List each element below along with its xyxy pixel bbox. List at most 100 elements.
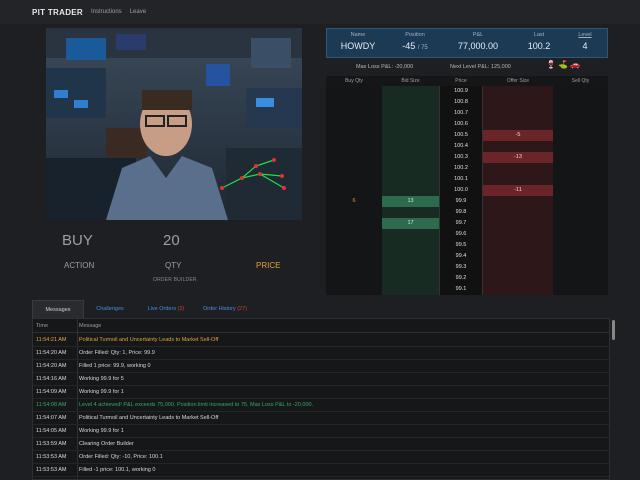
offer-size-cell[interactable]	[483, 196, 553, 207]
tab-order-history[interactable]: Order History (27)	[198, 300, 252, 318]
offer-size-cell[interactable]: -11	[483, 185, 553, 196]
bid-size-cell[interactable]	[382, 141, 439, 152]
offer-size-cell[interactable]	[483, 240, 553, 251]
price-cell[interactable]: 100.0	[439, 185, 483, 196]
buy-qty-cell[interactable]	[326, 86, 382, 97]
bid-size-cell[interactable]	[382, 284, 439, 295]
price-cell[interactable]: 100.9	[439, 86, 483, 97]
sell-qty-cell[interactable]	[553, 251, 608, 262]
sell-qty-cell[interactable]	[553, 141, 608, 152]
buy-qty-cell[interactable]	[326, 273, 382, 284]
bid-size-cell[interactable]	[382, 86, 439, 97]
price-cell[interactable]: 99.5	[439, 240, 483, 251]
bid-size-cell[interactable]	[382, 273, 439, 284]
sell-qty-cell[interactable]	[553, 185, 608, 196]
buy-qty-cell[interactable]	[326, 207, 382, 218]
bid-size-cell[interactable]	[382, 229, 439, 240]
offer-size-cell[interactable]	[483, 262, 553, 273]
sell-qty-cell[interactable]	[553, 86, 608, 97]
buy-qty-cell[interactable]	[326, 218, 382, 229]
buy-qty-cell[interactable]	[326, 229, 382, 240]
price-cell[interactable]: 99.9	[439, 196, 483, 207]
sell-qty-cell[interactable]	[553, 108, 608, 119]
offer-size-cell[interactable]	[483, 251, 553, 262]
bid-size-cell[interactable]	[382, 262, 439, 273]
offer-size-cell[interactable]	[483, 163, 553, 174]
price-cell[interactable]: 99.4	[439, 251, 483, 262]
price-cell[interactable]: 100.2	[439, 163, 483, 174]
buy-qty-cell[interactable]	[326, 119, 382, 130]
sell-qty-cell[interactable]	[553, 240, 608, 251]
price-cell[interactable]: 100.4	[439, 141, 483, 152]
price-cell[interactable]: 99.1	[439, 284, 483, 295]
bid-size-cell[interactable]	[382, 185, 439, 196]
price-cell[interactable]: 100.6	[439, 119, 483, 130]
offer-size-cell[interactable]	[483, 229, 553, 240]
sell-qty-cell[interactable]	[553, 284, 608, 295]
price-cell[interactable]: 99.2	[439, 273, 483, 284]
price-cell[interactable]: 99.7	[439, 218, 483, 229]
nav-instructions[interactable]: Instructions	[91, 9, 122, 15]
level-header[interactable]: Level	[563, 32, 607, 38]
sell-qty-cell[interactable]	[553, 218, 608, 229]
buy-qty-cell[interactable]	[326, 174, 382, 185]
sell-qty-cell[interactable]	[553, 97, 608, 108]
offer-size-cell[interactable]: -5	[483, 130, 553, 141]
buy-qty-cell[interactable]	[326, 163, 382, 174]
order-side-value[interactable]: BUY	[62, 232, 93, 249]
offer-size-cell[interactable]	[483, 284, 553, 295]
offer-size-cell[interactable]	[483, 86, 553, 97]
sell-qty-cell[interactable]	[553, 152, 608, 163]
bid-size-cell[interactable]	[382, 152, 439, 163]
price-cell[interactable]: 99.6	[439, 229, 483, 240]
tab-live-orders[interactable]: Live Orders (2)	[142, 300, 190, 318]
bid-size-cell[interactable]	[382, 251, 439, 262]
buy-qty-cell[interactable]	[326, 97, 382, 108]
buy-qty-cell[interactable]	[326, 152, 382, 163]
sell-qty-cell[interactable]	[553, 273, 608, 284]
price-cell[interactable]: 100.1	[439, 174, 483, 185]
messages-scrollbar[interactable]	[612, 320, 615, 340]
tab-challenges[interactable]: Challenges	[88, 300, 132, 318]
sell-qty-cell[interactable]	[553, 163, 608, 174]
order-qty-value[interactable]: 20	[163, 232, 180, 249]
bid-size-cell[interactable]	[382, 174, 439, 185]
price-cell[interactable]: 99.8	[439, 207, 483, 218]
offer-size-cell[interactable]	[483, 97, 553, 108]
offer-size-cell[interactable]	[483, 119, 553, 130]
bid-size-cell[interactable]	[382, 97, 439, 108]
sell-qty-cell[interactable]	[553, 262, 608, 273]
buy-qty-cell[interactable]	[326, 284, 382, 295]
price-cell[interactable]: 99.3	[439, 262, 483, 273]
price-cell[interactable]: 100.7	[439, 108, 483, 119]
sell-qty-cell[interactable]	[553, 174, 608, 185]
bid-size-cell[interactable]: 17	[382, 218, 439, 229]
offer-size-cell[interactable]	[483, 273, 553, 284]
buy-qty-cell[interactable]	[326, 185, 382, 196]
buy-qty-cell[interactable]	[326, 108, 382, 119]
buy-qty-cell[interactable]	[326, 251, 382, 262]
price-cell[interactable]: 100.5	[439, 130, 483, 141]
sell-qty-cell[interactable]	[553, 196, 608, 207]
bid-size-cell[interactable]	[382, 240, 439, 251]
tab-messages[interactable]: Messages	[32, 300, 84, 318]
offer-size-cell[interactable]	[483, 218, 553, 229]
buy-qty-cell[interactable]	[326, 130, 382, 141]
bid-size-cell[interactable]	[382, 130, 439, 141]
sell-qty-cell[interactable]	[553, 207, 608, 218]
sell-qty-cell[interactable]	[553, 130, 608, 141]
offer-size-cell[interactable]: -13	[483, 152, 553, 163]
bid-size-cell[interactable]	[382, 207, 439, 218]
offer-size-cell[interactable]	[483, 108, 553, 119]
nav-leave[interactable]: Leave	[130, 9, 146, 15]
bid-size-cell[interactable]	[382, 163, 439, 174]
sell-qty-cell[interactable]	[553, 229, 608, 240]
offer-size-cell[interactable]	[483, 174, 553, 185]
offer-size-cell[interactable]	[483, 207, 553, 218]
price-cell[interactable]: 100.3	[439, 152, 483, 163]
buy-qty-cell[interactable]: 6	[326, 196, 382, 207]
bid-size-cell[interactable]	[382, 108, 439, 119]
offer-size-cell[interactable]	[483, 141, 553, 152]
buy-qty-cell[interactable]	[326, 141, 382, 152]
price-cell[interactable]: 100.8	[439, 97, 483, 108]
